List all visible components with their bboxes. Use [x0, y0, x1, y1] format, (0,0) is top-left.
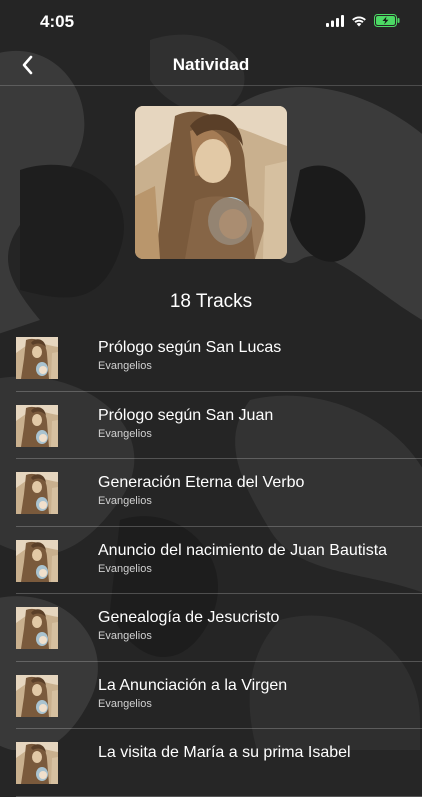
track-title: Prólogo según San Juan: [98, 406, 274, 424]
wifi-icon: [352, 15, 366, 26]
track-row[interactable]: Prólogo según San Lucas Evangelios: [0, 324, 422, 392]
status-time: 4:05: [40, 12, 75, 31]
track-thumbnail: [16, 337, 58, 379]
status-bar: 4:05: [0, 0, 422, 44]
track-row[interactable]: La visita de María a su prima Isabel: [0, 729, 422, 797]
track-title: Anuncio del nacimiento de Juan Bautista: [98, 541, 388, 559]
track-thumbnail: [16, 674, 58, 717]
track-title: Generación Eterna del Verbo: [98, 474, 305, 491]
track-subtitle: Evangelios: [98, 697, 152, 710]
track-subtitle: Evangelios: [98, 562, 152, 575]
track-subtitle: Evangelios: [98, 427, 152, 440]
track-row[interactable]: Genealogía de Jesucristo Evangelios: [0, 594, 422, 662]
track-title: Prólogo según San Lucas: [98, 339, 282, 356]
track-thumbnail: [16, 472, 58, 514]
track-row[interactable]: Anuncio del nacimiento de Juan Bautista …: [0, 527, 422, 594]
album-cover: [135, 106, 287, 259]
track-subtitle: Evangelios: [98, 360, 152, 372]
page-title: Natividad: [172, 55, 250, 74]
track-row[interactable]: Prólogo según San Juan Evangelios: [0, 392, 422, 459]
track-thumbnail: [16, 404, 58, 447]
track-thumbnail: [16, 742, 58, 784]
track-row[interactable]: La Anunciación a la Virgen Evangelios: [0, 662, 422, 729]
track-divider: [16, 795, 422, 797]
track-title: La Anunciación a la Virgen: [98, 676, 288, 694]
track-row[interactable]: Generación Eterna del Verbo Evangelios: [0, 459, 422, 527]
status-icons: [326, 14, 400, 27]
signal-icon: [326, 14, 344, 27]
track-title: La visita de María a su prima Isabel: [98, 744, 351, 761]
track-subtitle: Evangelios: [98, 495, 152, 507]
track-list: Prólogo según San Lucas Evangelios Prólo…: [0, 324, 422, 797]
track-thumbnail: [16, 539, 58, 582]
track-title: Genealogía de Jesucristo: [98, 609, 280, 626]
battery-charging-icon: [374, 14, 400, 27]
track-subtitle: Evangelios: [98, 630, 152, 642]
track-count: 18 Tracks: [169, 291, 253, 312]
nav-divider: [0, 85, 422, 86]
track-thumbnail: [16, 607, 58, 649]
navigation-bar: Natividad: [0, 44, 422, 86]
